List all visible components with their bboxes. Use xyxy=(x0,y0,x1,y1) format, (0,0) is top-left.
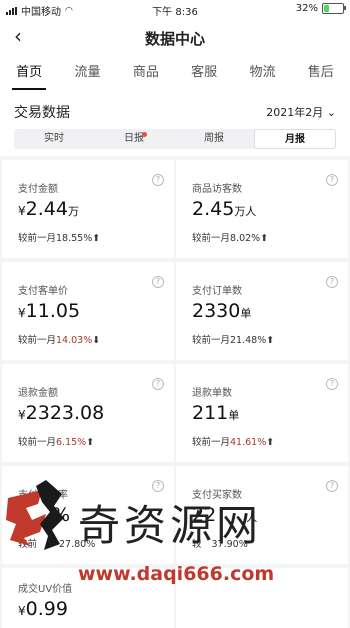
help-icon[interactable]: ? xyxy=(326,378,338,390)
help-icon[interactable]: ? xyxy=(326,480,338,492)
metric-compare: 较前一月21.48%⬆ xyxy=(192,335,275,346)
metric-value: ¥2323.08 xyxy=(18,402,105,424)
trade-data-section: 交易数据 2021年2月 ⌄ 实时 日报 周报 月报 xyxy=(0,94,350,156)
tab-traffic[interactable]: 流量 xyxy=(58,54,116,94)
metric-value: 2330单 xyxy=(192,300,252,322)
period-selector: 实时 日报 周报 月报 xyxy=(14,129,336,149)
tab-home[interactable]: 首页 xyxy=(0,54,58,94)
metric-value: ¥11.05 xyxy=(18,300,81,322)
watermark-url: www.daqi666.com xyxy=(78,563,275,585)
battery-icon xyxy=(322,3,346,14)
navigation-bar: ‹ 数据中心 xyxy=(0,20,350,54)
section-title: 交易数据 xyxy=(14,105,70,121)
notification-dot xyxy=(142,132,147,137)
metric-value: ¥0.99 xyxy=(18,598,68,620)
month-picker-value: 2021年2月 xyxy=(266,106,324,119)
tab-after-sales[interactable]: 售后 xyxy=(292,54,350,94)
metric-label: 退款金额 xyxy=(18,388,58,399)
metric-label: 支付金额 xyxy=(18,184,58,195)
metric-card: 支付客单价 ? ¥11.05 较前一月14.03%⬇ xyxy=(2,262,174,360)
help-icon[interactable]: ? xyxy=(152,480,164,492)
metric-compare: 较前一月6.15%⬆ xyxy=(18,437,95,448)
metric-label: 商品访客数 xyxy=(192,184,242,195)
metric-value: 2.45万人 xyxy=(192,198,257,220)
metric-card: 退款单数 ? 211单 较前一月41.61%⬆ xyxy=(176,364,348,462)
period-daily-label: 日报 xyxy=(124,133,144,144)
metric-value: ¥2.44万 xyxy=(18,198,79,220)
status-bar: 中国移动 ◠ 下午 8:36 32% xyxy=(0,0,350,20)
metric-compare: 较前一月8.02%⬆ xyxy=(192,233,269,244)
metric-value: 211单 xyxy=(192,402,240,424)
metric-card: 支付金额 ? ¥2.44万 较前一月18.55%⬆ xyxy=(2,160,174,258)
tab-products[interactable]: 商品 xyxy=(117,54,175,94)
metric-card: 支付订单数 ? 2330单 较前一月21.48%⬆ xyxy=(176,262,348,360)
period-weekly[interactable]: 周报 xyxy=(174,129,254,149)
metric-label: 成交UV价值 xyxy=(18,584,73,595)
period-realtime[interactable]: 实时 xyxy=(14,129,94,149)
month-picker[interactable]: 2021年2月 ⌄ xyxy=(266,104,336,120)
watermark-text: 奇资源网 xyxy=(78,501,263,550)
battery-level xyxy=(324,5,330,12)
metric-compare: 较前一月18.55%⬆ xyxy=(18,233,101,244)
metric-compare: 较前一月14.03%⬇ xyxy=(18,335,101,346)
metric-compare: 较前一月41.61%⬆ xyxy=(192,437,275,448)
watermark-logo-icon xyxy=(6,480,64,550)
metric-label: 支付订单数 xyxy=(192,286,242,297)
help-icon[interactable]: ? xyxy=(152,276,164,288)
help-icon[interactable]: ? xyxy=(326,174,338,186)
tab-customer-service[interactable]: 客服 xyxy=(175,54,233,94)
metric-label: 支付客单价 xyxy=(18,286,68,297)
period-daily[interactable]: 日报 xyxy=(94,129,174,149)
metric-card: 商品访客数 ? 2.45万人 较前一月8.02%⬆ xyxy=(176,160,348,258)
metric-card: 退款金额 ? ¥2323.08 较前一月6.15%⬆ xyxy=(2,364,174,462)
help-icon[interactable]: ? xyxy=(326,276,338,288)
help-icon[interactable]: ? xyxy=(152,378,164,390)
battery-percent: 32% xyxy=(295,3,318,14)
top-tabs: 首页 流量 商品 客服 物流 售后 xyxy=(0,54,350,94)
tab-logistics[interactable]: 物流 xyxy=(233,54,291,94)
page-title: 数据中心 xyxy=(144,30,205,48)
chevron-down-icon: ⌄ xyxy=(326,106,336,119)
help-icon[interactable]: ? xyxy=(152,174,164,186)
period-monthly[interactable]: 月报 xyxy=(254,129,336,149)
metric-label: 退款单数 xyxy=(192,388,232,399)
